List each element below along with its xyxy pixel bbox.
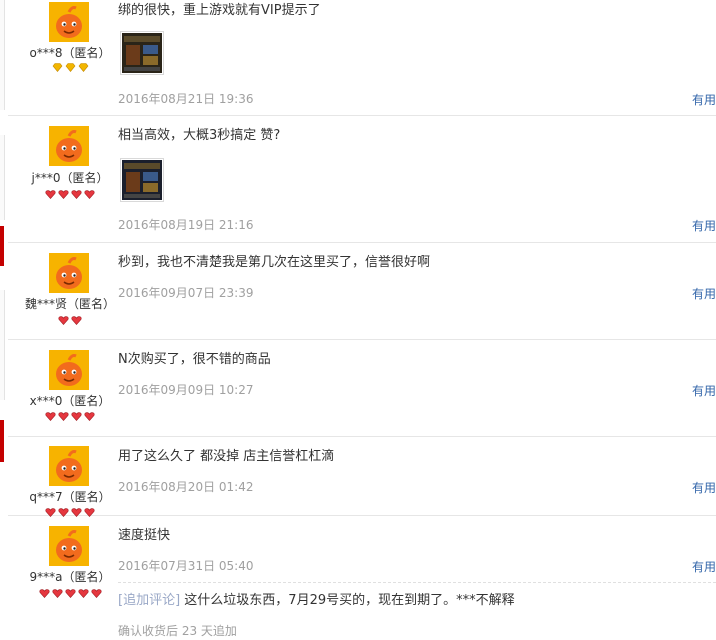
- useful-button[interactable]: 有用: [692, 558, 716, 575]
- useful-button[interactable]: 有用: [692, 382, 716, 399]
- game-screenshot-image: [122, 160, 162, 200]
- left-edge-segment: [0, 290, 5, 400]
- red-heart-icon: [38, 589, 50, 598]
- avatar: [49, 526, 89, 566]
- review-item: j***0（匿名） 相当高效，大概3秒搞定 赞? 2016年08月19日 21:…: [8, 116, 716, 243]
- review-date: 2016年07月31日 05:40: [118, 559, 254, 573]
- red-heart-icon: [71, 412, 82, 421]
- red-heart-icon: [71, 316, 82, 325]
- red-heart-icon: [71, 190, 82, 199]
- avatar: [49, 446, 89, 486]
- game-screenshot-image: [122, 33, 162, 73]
- review-date: 2016年08月20日 01:42: [118, 480, 254, 494]
- review-item: x***0（匿名） N次购买了，很不错的商品 2016年09月09日 10:27…: [8, 340, 716, 437]
- rank-badges: [8, 63, 132, 72]
- red-heart-icon: [84, 412, 95, 421]
- review-text: N次购买了，很不错的商品: [118, 352, 271, 367]
- red-heart-icon: [45, 190, 56, 199]
- yellow-diamond-icon: [52, 63, 63, 72]
- useful-button[interactable]: 有用: [692, 217, 716, 234]
- red-heart-icon: [84, 190, 95, 199]
- rank-badges: [8, 589, 132, 598]
- reviewer-name: j***0（匿名）: [31, 171, 109, 185]
- review-item: 9***a（匿名） 速度挺快 2016年07月31日 05:40 [追加评论] …: [8, 516, 716, 640]
- avatar: [49, 350, 89, 390]
- rank-badges: [8, 316, 132, 325]
- review-item: q***7（匿名） 用了这么久了 都没掉 店主信誉杠杠滴 2016年08月20日…: [8, 437, 716, 517]
- review-date: 2016年08月19日 21:16: [118, 218, 254, 232]
- review-text: 绑的很快，重上游戏就有VIP提示了: [118, 3, 321, 18]
- review-photo-thumbnail[interactable]: [120, 31, 164, 75]
- avatar: [49, 126, 89, 166]
- red-heart-icon: [45, 412, 56, 421]
- review-text: 相当高效，大概3秒搞定 赞?: [118, 128, 281, 143]
- red-heart-icon: [58, 190, 69, 199]
- reviewer-name: x***0（匿名）: [29, 394, 111, 408]
- avatar: [49, 2, 89, 42]
- rank-badges: [8, 190, 132, 199]
- yellow-diamond-icon: [78, 63, 89, 72]
- reviewer-name: 魏***贤（匿名）: [24, 297, 115, 311]
- review-item: o***8（匿名） 绑的很快，重上游戏就有VIP提示了 2016年08月21日 …: [8, 0, 716, 116]
- review-date: 2016年08月21日 19:36: [118, 92, 254, 106]
- reviewer-name: o***8（匿名）: [29, 46, 111, 60]
- left-edge-segment: [0, 0, 5, 110]
- review-text: 用了这么久了 都没掉 店主信誉杠杠滴: [118, 449, 335, 464]
- review-text: 秒到，我也不清楚我是第几次在这里买了，信誉很好啊: [118, 255, 431, 270]
- left-edge-red-tab: [0, 420, 4, 462]
- useful-button[interactable]: 有用: [692, 285, 716, 302]
- red-heart-icon: [58, 316, 69, 325]
- red-heart-icon: [77, 589, 89, 598]
- append-review-tag: [追加评论]: [118, 593, 181, 608]
- append-review-text: 这什么垃圾东西，7月29号买的，现在到期了。***不解释: [184, 593, 515, 608]
- yellow-diamond-icon: [65, 63, 76, 72]
- append-divider: [118, 582, 716, 583]
- rank-badges: [8, 412, 132, 421]
- red-heart-icon: [58, 412, 69, 421]
- review-list: o***8（匿名） 绑的很快，重上游戏就有VIP提示了 2016年08月21日 …: [8, 0, 716, 640]
- red-heart-icon: [90, 589, 102, 598]
- left-edge-strip: [0, 0, 6, 640]
- review-date: 2016年09月07日 23:39: [118, 286, 254, 300]
- useful-button[interactable]: 有用: [692, 479, 716, 496]
- reviewer-name: 9***a（匿名）: [29, 570, 111, 584]
- append-review: [追加评论] 这什么垃圾东西，7月29号买的，现在到期了。***不解释: [118, 592, 515, 610]
- review-text: 速度挺快: [118, 528, 171, 543]
- review-date: 2016年09月09日 10:27: [118, 383, 254, 397]
- red-heart-icon: [51, 589, 63, 598]
- review-item: 魏***贤（匿名） 秒到，我也不清楚我是第几次在这里买了，信誉很好啊 2016年…: [8, 243, 716, 340]
- left-edge-red-tab: [0, 226, 4, 266]
- red-heart-icon: [64, 589, 76, 598]
- append-review-meta: 确认收货后 23 天追加: [118, 624, 237, 638]
- left-edge-segment: [0, 135, 5, 220]
- review-photo-thumbnail[interactable]: [120, 158, 164, 202]
- reviewer-name: q***7（匿名）: [29, 490, 111, 504]
- useful-button[interactable]: 有用: [692, 91, 716, 108]
- avatar: [49, 253, 89, 293]
